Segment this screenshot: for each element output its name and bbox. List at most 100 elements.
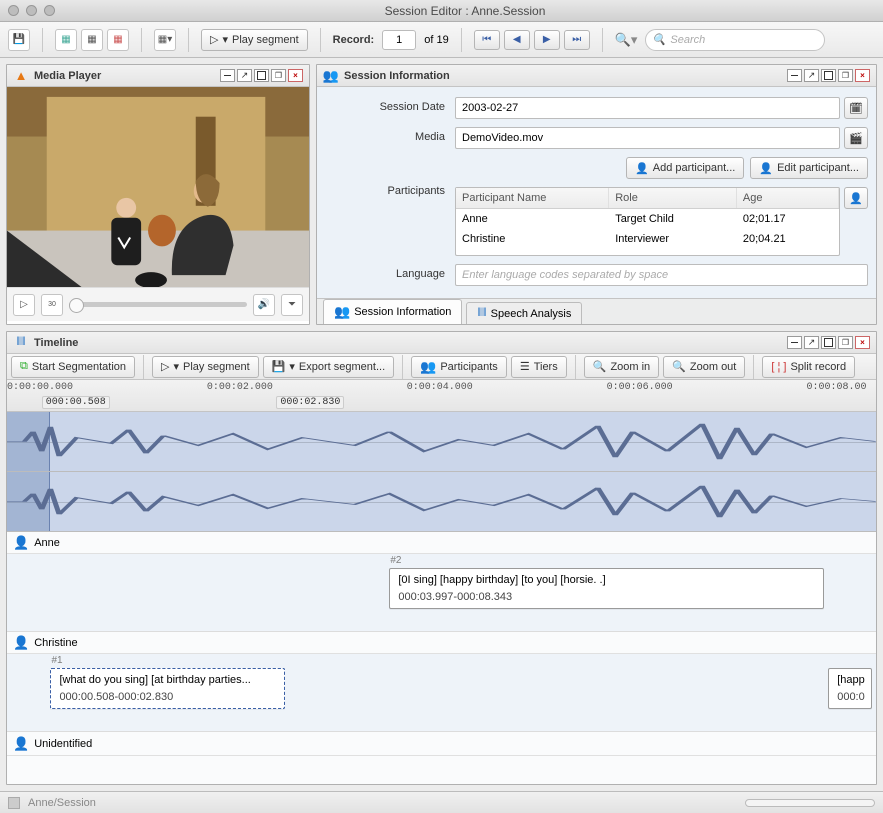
participants-label: Participants — [325, 157, 455, 197]
media-player-pane: ▲ Media Player — [6, 64, 310, 325]
traffic-lights — [8, 5, 55, 16]
pane-minimize-button[interactable] — [220, 69, 235, 82]
save-icon: 💾 — [272, 360, 286, 373]
split-icon: [ ¦ ] — [771, 361, 786, 373]
window-titlebar: Session Editor : Anne.Session — [0, 0, 883, 22]
minimize-window-button[interactable] — [26, 5, 37, 16]
pane-restore-button[interactable] — [838, 336, 853, 349]
view-menu-button[interactable]: ▦▾ — [154, 29, 176, 51]
pane-minimize-button[interactable] — [787, 336, 802, 349]
tiers-icon: ☰ — [520, 360, 530, 373]
play-segment-button[interactable]: ▷ ▾ Play segment — [201, 29, 308, 51]
waveform-channel-2[interactable] — [7, 472, 876, 532]
new-record-icon[interactable]: ▦ — [55, 29, 77, 51]
col-participant-name[interactable]: Participant Name — [456, 188, 609, 208]
pane-close-button[interactable] — [855, 69, 870, 82]
table-row[interactable]: Anne Target Child 02;01.17 — [456, 209, 839, 229]
track-anne[interactable]: #2 [0I sing] [happy birthday] [to you] [… — [7, 554, 876, 632]
ruler-callout: 000:00.508 — [42, 396, 110, 409]
pane-maximize-button[interactable] — [821, 69, 836, 82]
remove-participant-button[interactable]: 👤 — [844, 187, 868, 209]
volume-button[interactable]: 🔊 — [253, 294, 275, 316]
pane-maximize-button[interactable] — [254, 69, 269, 82]
people-icon: 👥 — [323, 68, 339, 84]
session-date-input[interactable]: 2003-02-27 — [455, 97, 840, 119]
tab-speech-analysis[interactable]: ⫴⫴ Speech Analysis — [466, 302, 582, 324]
window-title: Session Editor : Anne.Session — [55, 4, 875, 18]
timeline-pane: ⫴⫴ Timeline ⧉Start Segmentation ▷▾Play s… — [6, 331, 877, 785]
duplicate-record-icon[interactable]: ▦ — [81, 29, 103, 51]
participants-table[interactable]: Participant Name Role Age Anne Target Ch… — [455, 187, 840, 256]
add-person-icon: 👤 — [635, 162, 649, 175]
segment[interactable]: #3 [happ 000:0 — [828, 668, 871, 709]
timeline-play-segment-button[interactable]: ▷▾Play segment — [152, 356, 259, 378]
segment[interactable]: #1 [what do you sing] [at birthday parti… — [50, 668, 285, 709]
dropdown-icon: ▾ — [289, 360, 295, 373]
prev-record-button[interactable]: ◀ — [504, 30, 530, 50]
calendar-icon[interactable]: 🗓 — [844, 97, 868, 119]
zoom-window-button[interactable] — [44, 5, 55, 16]
person-icon: 👤 — [13, 736, 29, 752]
skip-30-button[interactable]: 30 — [41, 294, 63, 316]
session-date-label: Session Date — [325, 97, 455, 113]
play-icon: ▷ — [210, 33, 218, 46]
time-ruler[interactable]: 0:00:00.000 0:00:02.000 0:00:04.000 0:00… — [7, 380, 876, 412]
split-record-button[interactable]: [ ¦ ]Split record — [762, 356, 855, 378]
speaker-anne-label[interactable]: 👤Anne — [7, 532, 876, 554]
edit-participant-button[interactable]: 👤Edit participant... — [750, 157, 868, 179]
timeline-icon: ⫴⫴ — [13, 335, 29, 351]
browse-media-icon[interactable]: 🎬 — [844, 127, 868, 149]
progress-bar — [745, 799, 875, 807]
participants-button[interactable]: 👥Participants — [411, 356, 507, 378]
speaker-christine-label[interactable]: 👤Christine — [7, 632, 876, 654]
export-segment-button[interactable]: 💾▾Export segment... — [263, 356, 394, 378]
playback-slider[interactable] — [69, 302, 247, 307]
pane-close-button[interactable] — [855, 336, 870, 349]
media-input[interactable]: DemoVideo.mov — [455, 127, 840, 149]
col-age[interactable]: Age — [737, 188, 839, 208]
col-role[interactable]: Role — [609, 188, 737, 208]
pane-detach-button[interactable] — [237, 69, 252, 82]
save-icon[interactable]: 💾 — [8, 29, 30, 51]
person-icon: 👤 — [13, 535, 29, 551]
session-info-title: Session Information — [344, 70, 450, 82]
session-info-pane: 👥 Session Information Session Date 2003-… — [316, 64, 877, 325]
pane-detach-button[interactable] — [804, 336, 819, 349]
delete-record-icon[interactable]: ▦ — [107, 29, 129, 51]
media-label: Media — [325, 127, 455, 143]
track-christine[interactable]: #1 [what do you sing] [at birthday parti… — [7, 654, 876, 732]
start-segmentation-button[interactable]: ⧉Start Segmentation — [11, 356, 135, 378]
pane-restore-button[interactable] — [838, 69, 853, 82]
breadcrumb[interactable]: Anne/Session — [28, 797, 96, 809]
pane-maximize-button[interactable] — [821, 336, 836, 349]
pane-close-button[interactable] — [288, 69, 303, 82]
next-record-button[interactable]: ▶ — [534, 30, 560, 50]
tab-session-information[interactable]: 👥 Session Information — [323, 299, 462, 324]
segment[interactable]: #2 [0I sing] [happy birthday] [to you] [… — [389, 568, 824, 609]
tiers-button[interactable]: ☰Tiers — [511, 356, 567, 378]
speaker-unidentified-label[interactable]: 👤Unidentified — [7, 732, 876, 756]
pane-detach-button[interactable] — [804, 69, 819, 82]
person-icon: 👤 — [13, 635, 29, 651]
pane-minimize-button[interactable] — [787, 69, 802, 82]
zoom-out-icon: 🔍 — [672, 360, 686, 373]
close-window-button[interactable] — [8, 5, 19, 16]
record-label: Record: — [333, 34, 375, 46]
video-canvas[interactable] — [7, 87, 309, 287]
waveform-channel-1[interactable] — [7, 412, 876, 472]
record-of-label: of 19 — [424, 34, 448, 46]
first-record-button[interactable]: ⏮ — [474, 30, 500, 50]
play-button[interactable]: ▷ — [13, 294, 35, 316]
pane-restore-button[interactable] — [271, 69, 286, 82]
last-record-button[interactable]: ⏭ — [564, 30, 590, 50]
dropdown-icon: ▾ — [174, 360, 180, 373]
media-menu-button[interactable]: ⏷ — [281, 294, 303, 316]
zoom-out-button[interactable]: 🔍Zoom out — [663, 356, 745, 378]
edit-person-icon: 👤 — [759, 162, 773, 175]
language-input[interactable]: Enter language codes separated by space — [455, 264, 868, 286]
search-input[interactable]: Search — [645, 29, 825, 51]
zoom-in-button[interactable]: 🔍Zoom in — [584, 356, 659, 378]
table-row[interactable]: Christine Interviewer 20;04.21 — [456, 229, 839, 249]
record-number-input[interactable] — [382, 30, 416, 50]
add-participant-button[interactable]: 👤Add participant... — [626, 157, 744, 179]
